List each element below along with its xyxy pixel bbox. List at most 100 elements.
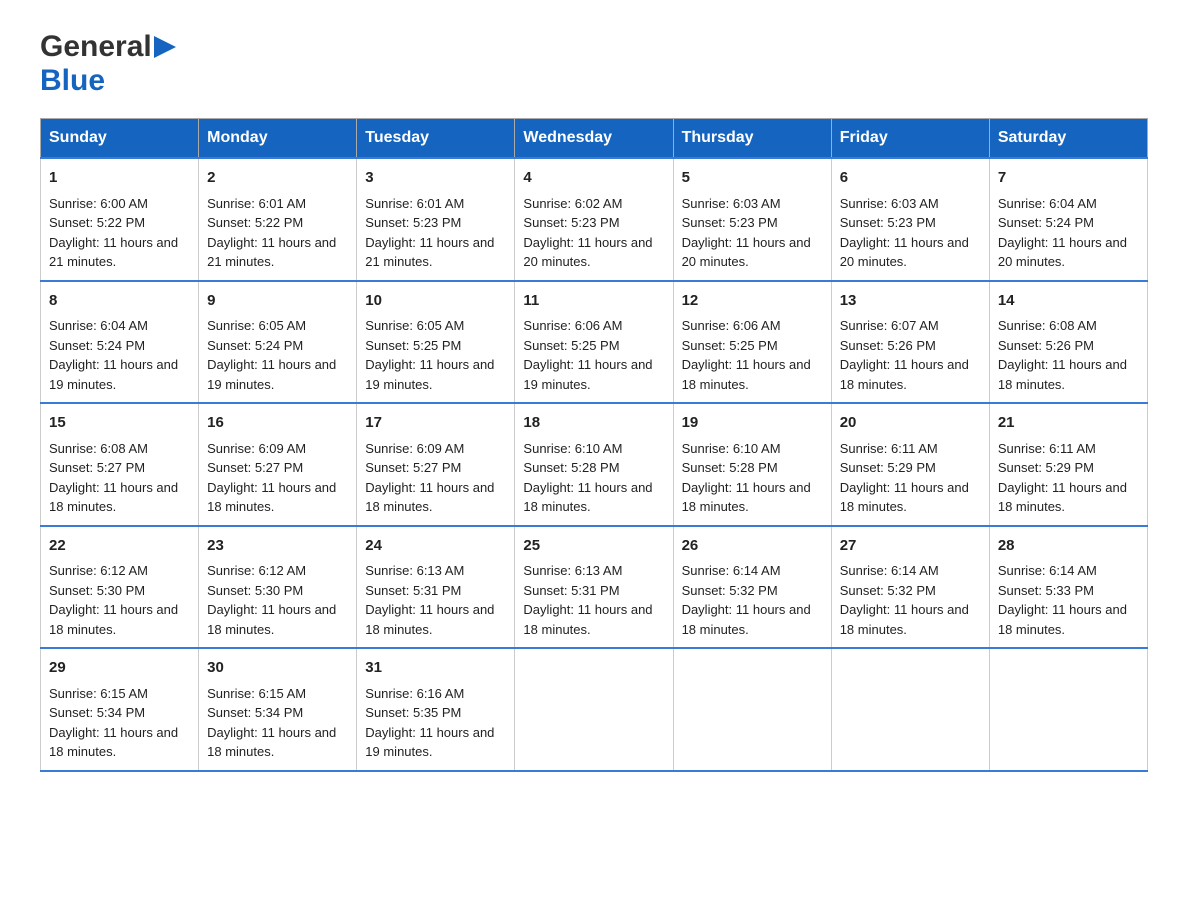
calendar-header-saturday: Saturday [989, 119, 1147, 159]
day-number: 10 [365, 290, 506, 313]
calendar-cell: 16Sunrise: 6:09 AMSunset: 5:27 PMDayligh… [199, 403, 357, 526]
day-sunrise: Sunrise: 6:13 AM [523, 563, 622, 578]
day-number: 27 [840, 535, 981, 558]
day-sunrise: Sunrise: 6:14 AM [840, 563, 939, 578]
day-sunset: Sunset: 5:25 PM [523, 338, 619, 353]
calendar-cell: 24Sunrise: 6:13 AMSunset: 5:31 PMDayligh… [357, 526, 515, 649]
day-daylight: Daylight: 11 hours and 20 minutes. [998, 235, 1127, 270]
day-daylight: Daylight: 11 hours and 21 minutes. [207, 235, 336, 270]
day-sunrise: Sunrise: 6:11 AM [998, 441, 1096, 456]
day-number: 7 [998, 167, 1139, 190]
calendar-week-row: 1Sunrise: 6:00 AMSunset: 5:22 PMDaylight… [41, 158, 1148, 281]
calendar-cell [673, 648, 831, 771]
day-sunset: Sunset: 5:25 PM [365, 338, 461, 353]
day-daylight: Daylight: 11 hours and 18 minutes. [682, 357, 811, 392]
calendar-week-row: 29Sunrise: 6:15 AMSunset: 5:34 PMDayligh… [41, 648, 1148, 771]
calendar-cell: 2 Sunrise: 6:01 AM Sunset: 5:22 PM Daylight… [199, 158, 357, 281]
day-daylight: Daylight: 11 hours and 20 minutes. [840, 235, 969, 270]
calendar-cell: 30Sunrise: 6:15 AMSunset: 5:34 PMDayligh… [199, 648, 357, 771]
day-number: 14 [998, 290, 1139, 313]
day-number: 5 [682, 167, 823, 190]
day-number: 31 [365, 657, 506, 680]
day-daylight: Daylight: 11 hours and 21 minutes. [365, 235, 494, 270]
day-sunset: Sunset: 5:27 PM [365, 460, 461, 475]
day-daylight: Daylight: 11 hours and 21 minutes. [49, 235, 178, 270]
day-number: 12 [682, 290, 823, 313]
day-sunrise: Sunrise: 6:12 AM [49, 563, 148, 578]
day-sunset: Sunset: 5:30 PM [49, 583, 145, 598]
day-number: 3 [365, 167, 506, 190]
day-sunset: Sunset: 5:31 PM [523, 583, 619, 598]
day-number: 17 [365, 412, 506, 435]
day-number: 21 [998, 412, 1139, 435]
day-sunrise: Sunrise: 6:09 AM [207, 441, 306, 456]
calendar-cell: 10Sunrise: 6:05 AMSunset: 5:25 PMDayligh… [357, 281, 515, 404]
calendar-cell: 23Sunrise: 6:12 AMSunset: 5:30 PMDayligh… [199, 526, 357, 649]
calendar-cell: 4Sunrise: 6:02 AMSunset: 5:23 PMDaylight… [515, 158, 673, 281]
day-sunrise: Sunrise: 6:03 AM [682, 196, 781, 211]
calendar-header-tuesday: Tuesday [357, 119, 515, 159]
day-sunset: Sunset: 5:23 PM [840, 215, 936, 230]
day-sunrise: Sunrise: 6:07 AM [840, 318, 939, 333]
calendar-table: SundayMondayTuesdayWednesdayThursdayFrid… [40, 118, 1148, 772]
day-sunset: Sunset: 5:29 PM [840, 460, 936, 475]
day-sunrise: Sunrise: 6:01 AM [207, 196, 306, 211]
calendar-cell: 28Sunrise: 6:14 AMSunset: 5:33 PMDayligh… [989, 526, 1147, 649]
day-sunrise: Sunrise: 6:10 AM [523, 441, 622, 456]
day-number: 15 [49, 412, 190, 435]
calendar-header-wednesday: Wednesday [515, 119, 673, 159]
day-daylight: Daylight: 11 hours and 18 minutes. [840, 357, 969, 392]
calendar-cell: 13Sunrise: 6:07 AMSunset: 5:26 PMDayligh… [831, 281, 989, 404]
day-daylight: Daylight: 11 hours and 18 minutes. [998, 602, 1127, 637]
day-number: 8 [49, 290, 190, 313]
day-number: 4 [523, 167, 664, 190]
day-daylight: Daylight: 11 hours and 18 minutes. [523, 480, 652, 515]
day-daylight: Daylight: 11 hours and 18 minutes. [998, 357, 1127, 392]
calendar-cell: 18Sunrise: 6:10 AMSunset: 5:28 PMDayligh… [515, 403, 673, 526]
day-number: 24 [365, 535, 506, 558]
day-daylight: Daylight: 11 hours and 18 minutes. [523, 602, 652, 637]
day-daylight: Daylight: 11 hours and 18 minutes. [840, 602, 969, 637]
day-daylight: Daylight: 11 hours and 19 minutes. [49, 357, 178, 392]
day-sunset: Sunset: 5:22 PM [207, 215, 303, 230]
day-daylight: Daylight: 11 hours and 18 minutes. [682, 602, 811, 637]
day-number: 23 [207, 535, 348, 558]
day-daylight: Daylight: 11 hours and 18 minutes. [840, 480, 969, 515]
day-number: 2 [207, 167, 348, 190]
day-number: 9 [207, 290, 348, 313]
calendar-cell: 19Sunrise: 6:10 AMSunset: 5:28 PMDayligh… [673, 403, 831, 526]
day-number: 16 [207, 412, 348, 435]
day-sunset: Sunset: 5:27 PM [207, 460, 303, 475]
day-sunrise: Sunrise: 6:06 AM [682, 318, 781, 333]
day-sunrise: Sunrise: 6:14 AM [682, 563, 781, 578]
day-sunset: Sunset: 5:24 PM [998, 215, 1094, 230]
day-sunrise: Sunrise: 6:15 AM [49, 686, 148, 701]
calendar-cell: 21Sunrise: 6:11 AMSunset: 5:29 PMDayligh… [989, 403, 1147, 526]
calendar-cell: 11Sunrise: 6:06 AMSunset: 5:25 PMDayligh… [515, 281, 673, 404]
day-number: 25 [523, 535, 664, 558]
day-sunrise: Sunrise: 6:03 AM [840, 196, 939, 211]
day-daylight: Daylight: 11 hours and 19 minutes. [523, 357, 652, 392]
day-number: 19 [682, 412, 823, 435]
day-sunset: Sunset: 5:33 PM [998, 583, 1094, 598]
day-sunrise: Sunrise: 6:01 AM [365, 196, 464, 211]
day-sunrise: Sunrise: 6:14 AM [998, 563, 1097, 578]
calendar-header-thursday: Thursday [673, 119, 831, 159]
calendar-cell: 22Sunrise: 6:12 AMSunset: 5:30 PMDayligh… [41, 526, 199, 649]
calendar-cell: 31Sunrise: 6:16 AMSunset: 5:35 PMDayligh… [357, 648, 515, 771]
calendar-cell: 14Sunrise: 6:08 AMSunset: 5:26 PMDayligh… [989, 281, 1147, 404]
day-number: 6 [840, 167, 981, 190]
logo: General Blue [40, 30, 176, 98]
day-sunset: Sunset: 5:28 PM [523, 460, 619, 475]
day-number: 11 [523, 290, 664, 313]
page-header: General Blue [40, 30, 1148, 98]
calendar-cell: 8Sunrise: 6:04 AMSunset: 5:24 PMDaylight… [41, 281, 199, 404]
day-daylight: Daylight: 11 hours and 18 minutes. [682, 480, 811, 515]
logo-general-text: General [40, 30, 152, 64]
calendar-cell: 7Sunrise: 6:04 AMSunset: 5:24 PMDaylight… [989, 158, 1147, 281]
day-daylight: Daylight: 11 hours and 19 minutes. [365, 725, 494, 760]
day-sunset: Sunset: 5:26 PM [840, 338, 936, 353]
logo-row: General [40, 30, 176, 64]
day-daylight: Daylight: 11 hours and 18 minutes. [49, 602, 178, 637]
day-daylight: Daylight: 11 hours and 18 minutes. [49, 480, 178, 515]
